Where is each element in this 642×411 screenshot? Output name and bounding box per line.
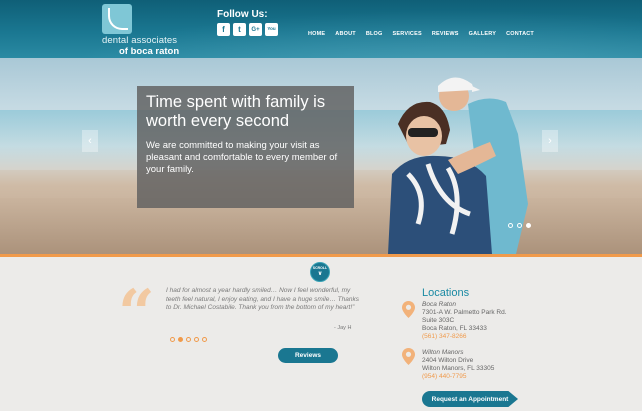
facebook-icon[interactable]: f: [217, 23, 230, 36]
hero-divider: [0, 254, 642, 257]
youtube-icon[interactable]: You: [265, 23, 278, 36]
nav-contact[interactable]: CONTACT: [501, 31, 539, 37]
quote-mark-icon: “: [118, 276, 155, 351]
map-pin-icon: [402, 301, 415, 318]
slider-prev-arrow-icon[interactable]: ‹: [82, 130, 98, 152]
reviews-button[interactable]: Reviews: [278, 348, 338, 363]
testimonial-dot[interactable]: [186, 337, 191, 342]
testimonial-attribution: - Jay H: [334, 325, 352, 331]
slider-next-arrow-icon[interactable]: ›: [542, 130, 558, 152]
slider-dot[interactable]: [517, 223, 522, 228]
nav-gallery[interactable]: GALLERY: [464, 31, 501, 37]
twitter-icon[interactable]: t: [233, 23, 246, 36]
site-logo[interactable]: dental associates of boca raton: [102, 4, 180, 57]
location-phone[interactable]: (561) 347-8266: [422, 333, 507, 341]
nav-services[interactable]: SERVICES: [388, 31, 427, 37]
slider-pagination: [508, 223, 531, 228]
request-appointment-button[interactable]: Request an Appointment: [422, 391, 518, 407]
chevron-down-icon: ∨: [317, 271, 323, 278]
follow-us: Follow Us: f t G+ You: [217, 9, 278, 36]
map-pin-icon: [402, 348, 415, 365]
location-address-line: Boca Raton, FL 33433: [422, 325, 487, 332]
testimonial-dot-active[interactable]: [178, 337, 183, 342]
nav-home[interactable]: HOME: [303, 31, 330, 37]
location-address-line: Suite 303C: [422, 317, 455, 324]
testimonial-dot[interactable]: [170, 337, 175, 342]
hero-subtext: We are committed to making your visit as…: [146, 140, 338, 175]
hero-slider: Time spent with family is worth every se…: [0, 58, 642, 254]
google-plus-icon[interactable]: G+: [249, 23, 262, 36]
hero-headline: Time spent with family is worth every se…: [146, 93, 326, 130]
social-icons: f t G+ You: [217, 23, 278, 36]
hero-caption-box: Time spent with family is worth every se…: [137, 86, 354, 208]
location-boca-raton: Boca Raton 7301-A W. Palmetto Park Rd. S…: [422, 301, 507, 341]
location-address-line: 7301-A W. Palmetto Park Rd.: [422, 309, 507, 316]
testimonial-dot[interactable]: [202, 337, 207, 342]
main-nav: HOME ABOUT BLOG SERVICES REVIEWS GALLERY…: [303, 31, 539, 37]
nav-about[interactable]: ABOUT: [330, 31, 361, 37]
location-phone[interactable]: (954) 440-7795: [422, 373, 494, 381]
scroll-button[interactable]: SCROLL ∨: [310, 262, 330, 282]
location-name: Boca Raton: [422, 301, 456, 308]
locations-title: Locations: [422, 287, 470, 299]
testimonial-dot[interactable]: [194, 337, 199, 342]
nav-blog[interactable]: BLOG: [361, 31, 388, 37]
logo-text-line2: of boca raton: [119, 46, 180, 57]
follow-us-label: Follow Us:: [217, 9, 268, 20]
testimonial-text: I had for almost a year hardly smiled… N…: [166, 287, 359, 311]
location-wilton-manors: Wilton Manors 2404 Wilton Drive Wilton M…: [422, 349, 494, 381]
location-address-line: Wilton Manors, FL 33305: [422, 365, 495, 372]
scroll-label: SCROLL: [312, 265, 328, 270]
site-header: dental associates of boca raton Follow U…: [0, 0, 642, 58]
slider-dot[interactable]: [508, 223, 513, 228]
slider-dot-active[interactable]: [526, 223, 531, 228]
logo-text-line1: dental associates: [102, 35, 178, 46]
logo-mark-icon: [102, 4, 132, 34]
location-address-line: 2404 Wilton Drive: [422, 357, 474, 364]
location-name: Wilton Manors: [422, 349, 464, 356]
testimonial-pagination: [170, 337, 207, 342]
nav-reviews[interactable]: REVIEWS: [427, 31, 464, 37]
